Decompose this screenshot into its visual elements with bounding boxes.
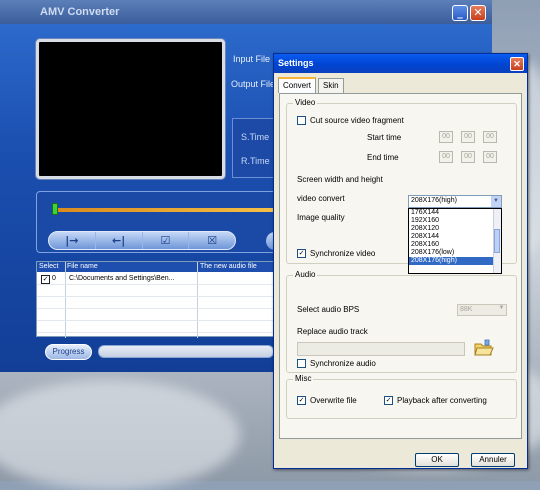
video-convert-label: video convert [297, 194, 345, 203]
screen-size-option[interactable]: 176X144 [409, 209, 501, 217]
ok-button[interactable]: OK [415, 453, 459, 467]
sync-video-label: Synchronize video [310, 249, 376, 258]
playback-label: Playback after converting [397, 396, 487, 405]
end-minutes-field[interactable]: 00 [461, 151, 475, 163]
screen-size-label: Screen width and height [297, 175, 383, 184]
set-start-button[interactable]: |→ [49, 232, 96, 249]
sync-audio-checkbox[interactable] [297, 359, 306, 368]
video-preview [36, 39, 225, 179]
audio-group: Audio Select audio BPS 88K ▼ Replace aud… [286, 270, 517, 373]
row-select-checkbox[interactable]: ✓ [41, 275, 50, 284]
audio-track-field[interactable] [297, 342, 465, 356]
replace-track-label: Replace audio track [297, 327, 368, 336]
folder-browse-icon[interactable] [474, 338, 494, 358]
screen-size-option[interactable]: 208X176(low) [409, 249, 501, 257]
end-time-label: End time [367, 153, 399, 162]
background-cloud [0, 380, 240, 490]
audio-bps-value: 88K [460, 306, 473, 313]
cut-fragment-checkbox[interactable] [297, 116, 306, 125]
end-hours-field[interactable]: 00 [439, 151, 453, 163]
scrollbar-thumb[interactable] [494, 229, 500, 253]
table-row[interactable]: ✓ 0 C:\Documents and Settings\Ben... [37, 274, 273, 285]
input-file-label: Input File [233, 54, 271, 64]
screen-size-value: 208X176(high) [411, 197, 457, 204]
cancel-button[interactable]: Annuler [471, 453, 515, 467]
table-row [37, 286, 273, 297]
sync-video-checkbox[interactable]: ✓ [297, 249, 306, 258]
set-end-button[interactable]: ←| [96, 232, 143, 249]
playback-controls: |→ ←| ☑ ☒ [48, 231, 236, 250]
dialog-title: Settings [274, 54, 527, 73]
output-file-label: Output File [231, 79, 276, 89]
table-row [37, 310, 273, 321]
start-hours-field[interactable]: 00 [439, 131, 453, 143]
overwrite-label: Overwrite file [310, 396, 357, 405]
chevron-down-icon: ▼ [491, 196, 501, 207]
audio-group-legend: Audio [293, 270, 318, 279]
start-minutes-field[interactable]: 00 [461, 131, 475, 143]
settings-dialog: Settings ✕ Convert Skin Video Cut source… [273, 53, 528, 469]
audio-bps-select[interactable]: 88K ▼ [457, 304, 507, 316]
screen-size-option[interactable]: 208X144 [409, 233, 501, 241]
end-seconds-field[interactable]: 00 [483, 151, 497, 163]
screen-size-option[interactable]: 192X160 [409, 217, 501, 225]
tab-skin[interactable]: Skin [318, 78, 344, 93]
screen-size-option[interactable]: 208X120 [409, 225, 501, 233]
options-scrollbar[interactable] [493, 209, 501, 273]
sync-audio-label: Synchronize audio [310, 359, 376, 368]
screen-size-option-selected[interactable]: 208X176(high) [409, 257, 501, 265]
table-row [37, 322, 273, 333]
playback-checkbox[interactable]: ✓ [384, 396, 393, 405]
cut-fragment-label: Cut source video fragment [310, 116, 404, 125]
column-new-audio[interactable]: The new audio file [200, 263, 257, 270]
column-file-name[interactable]: File name [67, 263, 98, 270]
start-time-label: S.Time [241, 132, 270, 142]
screen-size-select[interactable]: 208X176(high) ▼ [408, 195, 502, 208]
tab-convert[interactable]: Convert [278, 77, 317, 93]
screen-size-options: 176X144 192X160 208X120 208X144 208X160 … [408, 208, 502, 274]
start-time-label: Start time [367, 133, 402, 142]
window-title: AMV Converter [0, 0, 492, 24]
select-all-button[interactable]: ☑ [143, 232, 190, 249]
file-table: Select File name The new audio file ✓ 0 … [36, 261, 274, 338]
progress-bar [98, 345, 274, 358]
deselect-button[interactable]: ☒ [189, 232, 235, 249]
remaining-time-label: R.Time [241, 156, 270, 166]
video-group-legend: Video [293, 98, 318, 107]
screen-size-option[interactable]: 208X160 [409, 241, 501, 249]
image-quality-label: Image quality [297, 213, 345, 222]
timeline-slider[interactable] [52, 208, 282, 212]
dialog-close-button[interactable]: ✕ [510, 57, 524, 71]
misc-group: Misc ✓ Overwrite file ✓ Playback after c… [286, 374, 517, 419]
start-seconds-field[interactable]: 00 [483, 131, 497, 143]
table-row [37, 298, 273, 309]
close-button[interactable]: ✕ [470, 5, 486, 21]
row-file-path: C:\Documents and Settings\Ben... [69, 275, 175, 282]
overwrite-checkbox[interactable]: ✓ [297, 396, 306, 405]
timeline-thumb[interactable] [52, 203, 58, 215]
minimize-button[interactable]: _ [452, 5, 468, 21]
audio-bps-label: Select audio BPS [297, 305, 360, 314]
table-header: Select File name The new audio file [37, 262, 273, 272]
convert-tab-panel: Video Cut source video fragment Start ti… [279, 93, 522, 439]
progress-button[interactable]: Progress [45, 344, 92, 360]
chevron-down-icon: ▼ [498, 305, 505, 311]
column-select[interactable]: Select [39, 263, 58, 270]
misc-group-legend: Misc [293, 374, 314, 383]
row-index: 0 [52, 275, 56, 282]
